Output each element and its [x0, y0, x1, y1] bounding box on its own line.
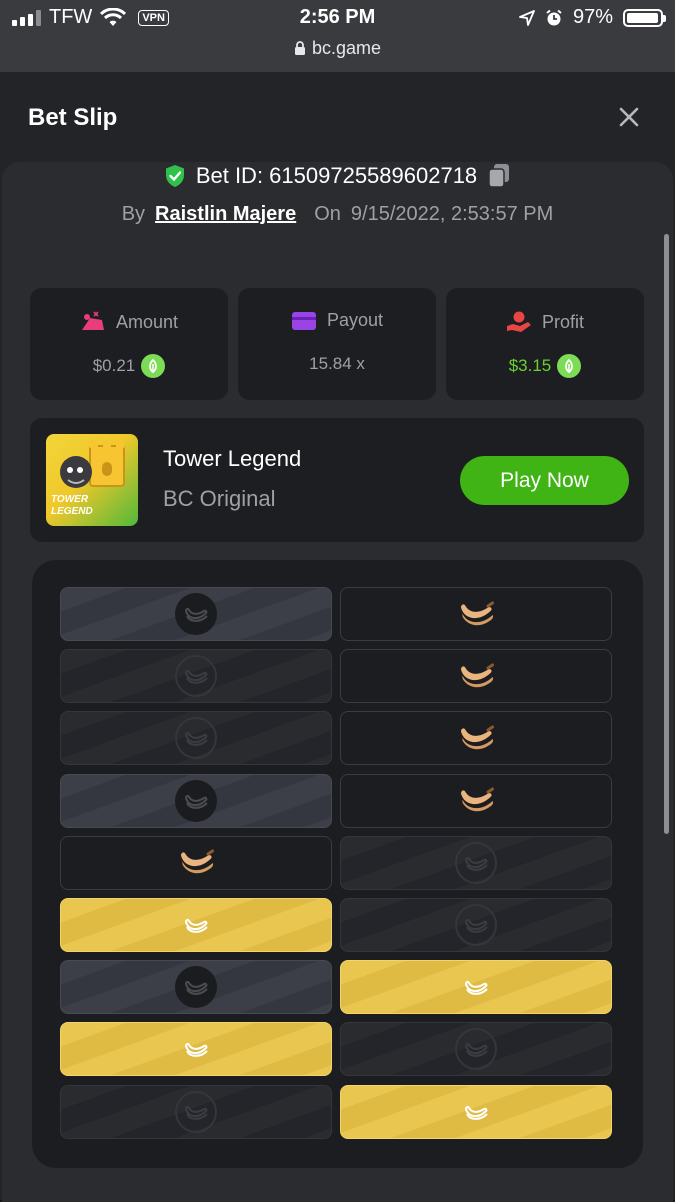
tower-tile — [60, 898, 332, 952]
battery-percent: 97% — [572, 6, 613, 28]
tower-tile — [340, 960, 612, 1015]
play-now-button[interactable]: Play Now — [460, 456, 629, 505]
banana-icon — [175, 717, 217, 760]
tower-tile — [60, 711, 332, 766]
payout-label: Payout — [326, 310, 384, 330]
game-thumbnail[interactable]: TOWER LEGEND — [46, 434, 138, 526]
banana-icon — [175, 655, 217, 698]
alarm-icon — [546, 9, 562, 25]
amount-value: $0.21 — [92, 356, 136, 375]
banana-icon — [175, 966, 217, 1009]
profit-value: $3.15 — [508, 356, 552, 375]
copy-icon[interactable] — [487, 163, 511, 189]
tower-tile — [60, 960, 332, 1015]
tower-tile — [340, 898, 612, 952]
banana-icon — [455, 966, 497, 1008]
scrollbar[interactable] — [664, 234, 669, 834]
tower-tile — [340, 1084, 612, 1139]
user-link[interactable]: Raistlin Majere — [155, 203, 296, 226]
banana-icon — [175, 593, 217, 635]
currency-coin-icon — [557, 354, 582, 378]
game-name: Tower Legend — [163, 446, 302, 471]
banana-icon — [175, 1090, 217, 1133]
payout-value: 15.84 x — [309, 354, 365, 373]
payout-card: Payout 15.84 x — [238, 288, 436, 400]
banana-icon — [453, 780, 499, 821]
tower-tile — [340, 773, 612, 828]
url-text: bc.game — [311, 38, 382, 58]
tower-tile — [60, 1022, 332, 1077]
bet-byline: By Raistlin Majere On 9/15/2022, 2:53:57… — [0, 203, 675, 226]
banana-icon — [175, 904, 217, 946]
battery-icon — [623, 8, 666, 27]
banana-icon — [453, 656, 499, 697]
by-label: By — [121, 203, 146, 225]
tower-tile — [60, 649, 332, 704]
bet-datetime: 9/15/2022, 2:53:57 PM — [350, 203, 554, 225]
bet-id-row: Bet ID: 615097255896​02718 — [0, 163, 675, 189]
location-icon — [519, 9, 535, 26]
tower-tile — [60, 1084, 332, 1139]
bet-id: Bet ID: 615097255896​02718 — [195, 163, 478, 188]
on-label: On — [314, 203, 341, 225]
shield-check-icon — [165, 165, 184, 187]
lock-icon — [294, 41, 305, 55]
tower-tile — [60, 773, 332, 828]
url-bar[interactable]: bc.game — [0, 38, 675, 59]
wallet-icon — [291, 311, 316, 330]
banana-icon — [453, 594, 499, 635]
tower-tile — [340, 649, 612, 704]
banana-icon — [455, 1091, 497, 1133]
currency-coin-icon — [141, 354, 166, 378]
banana-icon — [455, 1028, 497, 1071]
banana-icon — [455, 841, 497, 884]
profit-hand-icon — [506, 311, 531, 332]
game-thumb-text: TOWER LEGEND — [51, 494, 93, 517]
tower-tile — [340, 1022, 612, 1077]
tower-tile — [60, 835, 332, 890]
tower-tile — [340, 835, 612, 890]
tower-tile — [60, 587, 332, 641]
close-button[interactable] — [614, 102, 644, 132]
tower-tile — [340, 711, 612, 766]
game-card: TOWER LEGEND Tower Legend BC Original Pl… — [30, 418, 644, 542]
banana-icon — [175, 1028, 217, 1070]
close-icon — [619, 107, 639, 127]
banana-icon — [453, 718, 499, 759]
amount-icon — [81, 311, 104, 330]
profit-card: Profit $3.15 — [446, 288, 644, 400]
banana-icon — [455, 904, 497, 946]
banana-icon — [175, 779, 217, 822]
game-subtitle: BC Original — [163, 486, 276, 511]
banana-icon — [173, 842, 219, 883]
tower-tile — [340, 587, 612, 641]
status-right: 97% — [519, 6, 666, 29]
page-title: Bet Slip — [28, 104, 118, 131]
amount-label: Amount — [115, 311, 179, 332]
amount-card: Amount $0.21 — [30, 288, 228, 400]
profit-label: Profit — [541, 311, 584, 332]
